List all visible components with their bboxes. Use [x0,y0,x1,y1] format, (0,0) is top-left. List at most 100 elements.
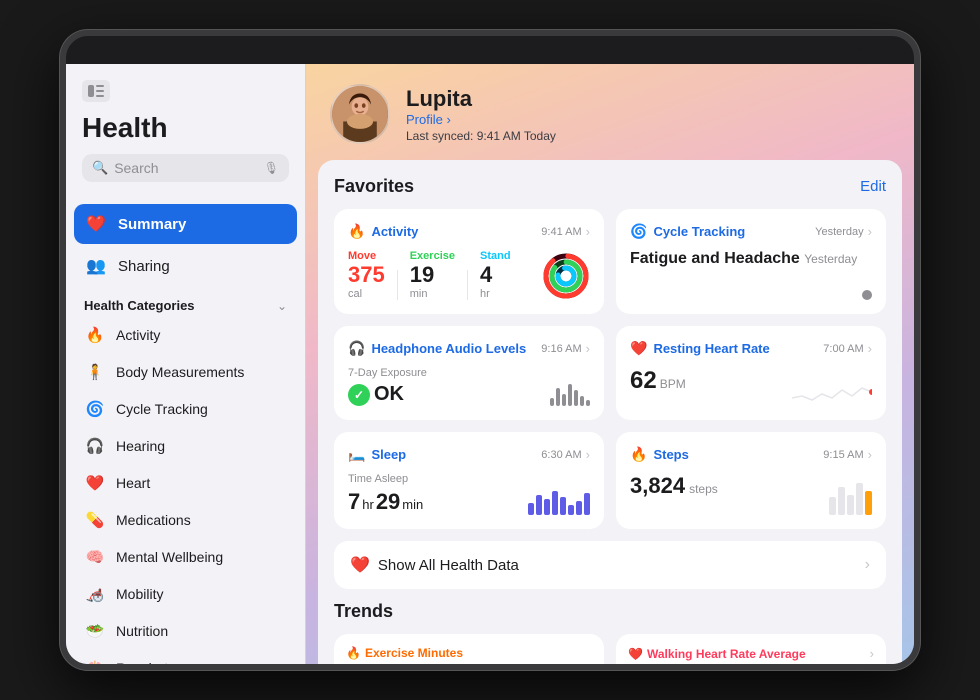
medications-icon: 💊 [84,509,106,531]
activity-icon: 🔥 [84,324,106,346]
steps-card-time: 9:15 AM [823,449,863,461]
search-bar[interactable]: 🔍 Search 🎙 [82,154,289,182]
rhr-chevron: › [868,341,872,356]
profile-name: Lupita [406,86,556,112]
sidebar: Health 🔍 Search 🎙 ❤️ Summary 👥 Sharing [66,64,306,664]
sidebar-navigation: ❤️ Summary 👥 Sharing Health Categories ⌄… [66,204,305,664]
activity-ring [542,252,590,300]
search-input[interactable]: Search [114,160,258,176]
show-all-health-card[interactable]: ❤️ Show All Health Data › [334,541,886,589]
activity-label: Activity [116,327,160,343]
sidebar-item-heart[interactable]: ❤️ Heart [74,465,297,501]
profile-link[interactable]: Profile › [406,112,556,127]
sleep-hours: 7 [348,489,360,515]
exercise-minutes-trend-card[interactable]: 🔥 Exercise Minutes [334,634,604,664]
bar-1 [550,398,554,406]
sidebar-item-body-measurements[interactable]: 🧍 Body Measurements [74,354,297,390]
steps-card[interactable]: 🔥 Steps 9:15 AM › 3,824 steps [616,432,886,529]
mic-icon: 🎙 [264,161,279,175]
chevron-down-icon: ⌄ [277,299,287,313]
body-measurements-icon: 🧍 [84,361,106,383]
cycle-tracking-chevron: › [868,224,872,239]
hearing-icon: 🎧 [84,435,106,457]
move-unit: cal [348,288,385,300]
favorites-header: Favorites Edit [334,176,886,197]
headphone-audio-card[interactable]: 🎧 Headphone Audio Levels 9:16 AM › 7-Day… [334,326,604,420]
mobility-label: Mobility [116,586,163,602]
rhr-unit: BPM [660,377,686,391]
mental-wellbeing-label: Mental Wellbeing [116,549,223,565]
sidebar-item-cycle-tracking[interactable]: 🌀 Cycle Tracking [74,391,297,427]
bar-3 [562,394,566,406]
nutrition-icon: 🥗 [84,620,106,642]
steps-bar-2 [838,487,845,515]
app-title: Health [82,112,289,144]
cycle-tracking-symptom: Fatigue and Headache [630,250,800,267]
content-area: Favorites Edit 🔥 Activity 9:41 AM [318,160,902,664]
sidebar-item-hearing[interactable]: 🎧 Hearing [74,428,297,464]
trends-header: Trends [334,601,886,622]
cycle-tracking-card[interactable]: 🌀 Cycle Tracking Yesterday › Fatigue and… [616,209,886,314]
exercise-unit: min [410,288,455,300]
steps-bar-4 [856,483,863,515]
sidebar-collapse-button[interactable] [82,80,110,102]
exercise-value: 19 [410,262,455,288]
sidebar-item-sharing[interactable]: 👥 Sharing [74,246,297,286]
favorites-title: Favorites [334,176,414,197]
profile-section: Lupita Profile › Last synced: 9:41 AM To… [306,64,914,160]
edit-button[interactable]: Edit [860,178,886,195]
walking-heart-rate-trend-card[interactable]: ❤️ Walking Heart Rate Average › [616,634,886,664]
profile-sync: Last synced: 9:41 AM Today [406,129,556,143]
rhr-card-header: ❤️ Resting Heart Rate 7:00 AM › [630,340,872,357]
sleep-sub-label: Time Asleep [348,473,590,485]
battery-label: 100% [838,44,866,56]
sleep-bar-2 [536,495,542,515]
wifi-icon [816,43,832,58]
trends-section: Trends 🔥 Exercise Minutes [334,601,886,664]
profile-info: Lupita Profile › Last synced: 9:41 AM To… [406,86,556,143]
show-all-chevron: › [865,556,870,574]
activity-card-icon: 🔥 [348,223,365,240]
summary-icon: ❤️ [84,212,108,236]
respiratory-icon: 🫁 [84,657,106,664]
rhr-card-time: 7:00 AM [823,343,863,355]
respiratory-label: Respiratory [116,660,188,664]
hr-line-chart [792,370,872,406]
steps-icon: 🔥 [630,446,647,463]
main-content: Lupita Profile › Last synced: 9:41 AM To… [306,64,914,664]
headphone-card-header: 🎧 Headphone Audio Levels 9:16 AM › [348,340,590,357]
cycle-tracking-label: Cycle Tracking [116,401,208,417]
sidebar-item-medications[interactable]: 💊 Medications [74,502,297,538]
steps-chevron: › [868,447,872,462]
sidebar-item-respiratory[interactable]: 🫁 Respiratory [74,650,297,664]
sidebar-item-activity[interactable]: 🔥 Activity [74,317,297,353]
activity-card[interactable]: 🔥 Activity 9:41 AM › Move 375 [334,209,604,314]
steps-bar-3 [847,495,854,515]
trends-title: Trends [334,601,393,622]
sleep-card-icon: 🛏️ [348,446,365,463]
stand-value: 4 [480,262,511,288]
steps-bar-5-accent [865,491,872,515]
headphone-icon: 🎧 [348,340,365,357]
show-all-label: Show All Health Data [378,557,519,574]
favorites-grid: 🔥 Activity 9:41 AM › Move 375 [334,209,886,529]
walking-hr-chevron: › [870,646,874,661]
sleep-bar-1 [528,503,534,515]
sidebar-item-nutrition[interactable]: 🥗 Nutrition [74,613,297,649]
avatar [330,84,390,144]
exercise-trend-header: 🔥 Exercise Minutes [346,646,592,660]
sleep-card[interactable]: 🛏️ Sleep 6:30 AM › Time Asleep 7 hr [334,432,604,529]
bar-7 [586,400,590,406]
sidebar-item-mobility[interactable]: 🦽 Mobility [74,576,297,612]
resting-heart-rate-card[interactable]: ❤️ Resting Heart Rate 7:00 AM › 62 BPM [616,326,886,420]
sidebar-item-mental-wellbeing[interactable]: 🧠 Mental Wellbeing [74,539,297,575]
headphone-bar-chart [550,374,590,406]
health-categories-label: Health Categories [84,298,195,313]
walking-hr-trend-header: ❤️ Walking Heart Rate Average › [628,646,874,661]
sidebar-item-summary[interactable]: ❤️ Summary [74,204,297,244]
sleep-card-time: 6:30 AM [541,449,581,461]
health-categories-header[interactable]: Health Categories ⌄ [74,288,297,317]
stand-unit: hr [480,288,511,300]
cycle-tracking-card-header: 🌀 Cycle Tracking Yesterday › [630,223,872,240]
sleep-hours-unit: hr [362,497,374,512]
